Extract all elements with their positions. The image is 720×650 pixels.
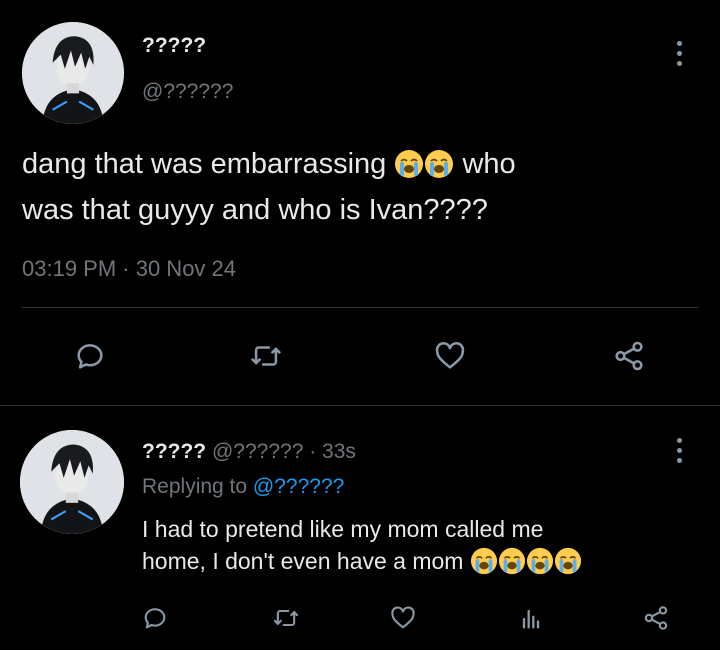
reply-icon[interactable] (139, 602, 171, 634)
divider (0, 405, 720, 406)
timestamp[interactable]: 03:19 PM · 30 Nov 24 (22, 256, 236, 282)
replying-to-handle[interactable]: @?????? (253, 475, 344, 498)
like-icon[interactable] (387, 602, 419, 634)
retweet-icon[interactable] (270, 602, 302, 634)
loudly-crying-face-icon (470, 547, 498, 583)
reply-handle-time[interactable]: @?????? · 33s (212, 440, 356, 463)
reply-header: ????? @?????? · 33s (142, 440, 356, 464)
display-name[interactable]: ????? (142, 34, 206, 58)
tweet-text-part-3: was that guyyy and who is Ivan???? (22, 194, 488, 226)
loudly-crying-face-icon (394, 149, 424, 190)
loudly-crying-face-icon (554, 547, 582, 583)
more-options-icon[interactable] (674, 438, 684, 463)
like-icon[interactable] (432, 338, 468, 374)
loudly-crying-face-icon (498, 547, 526, 583)
share-icon[interactable] (640, 602, 672, 634)
loudly-crying-face-icon (526, 547, 554, 583)
avatar-image (22, 22, 124, 124)
reply-icon[interactable] (72, 338, 108, 374)
loudly-crying-face-icon (424, 149, 454, 190)
more-options-icon[interactable] (674, 41, 684, 66)
reply-text: I had to pretend like my mom called me h… (142, 513, 582, 583)
reply-avatar[interactable] (20, 430, 124, 534)
analytics-icon[interactable] (515, 602, 547, 634)
share-icon[interactable] (610, 338, 648, 374)
reply-display-name[interactable]: ????? (142, 440, 206, 463)
divider (22, 307, 698, 308)
reply-text-line-2: home, I don't even have a mom (142, 548, 464, 574)
avatar[interactable] (22, 22, 124, 124)
tweet-text: dang that was embarrassing who was that … (22, 144, 702, 230)
replying-to-label: Replying to (142, 475, 248, 498)
replying-to: Replying to @?????? (142, 475, 344, 499)
tweet-text-part-1: dang that was embarrassing (22, 148, 387, 180)
reply-text-line-1: I had to pretend like my mom called me (142, 516, 544, 542)
retweet-icon[interactable] (248, 338, 284, 374)
handle[interactable]: @?????? (142, 80, 233, 104)
avatar-image (20, 430, 124, 534)
tweet-text-part-2: who (462, 148, 516, 180)
